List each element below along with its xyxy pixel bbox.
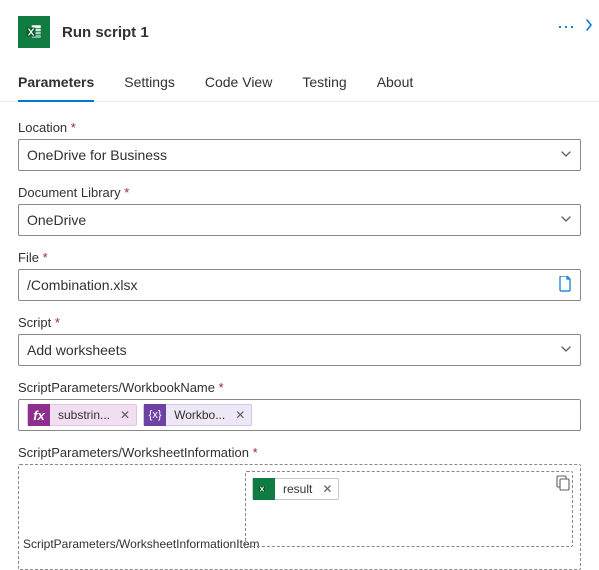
fx-icon: fx (28, 404, 50, 426)
token-remove-icon[interactable]: ✕ (233, 408, 251, 422)
token-label: Workbo... (166, 408, 233, 422)
location-select[interactable]: OneDrive for Business (18, 139, 581, 171)
location-label: Location * (18, 120, 581, 135)
tab-settings[interactable]: Settings (124, 74, 175, 102)
token-fx-substring[interactable]: fx substrin... ✕ (27, 404, 137, 426)
script-select[interactable]: Add worksheets (18, 334, 581, 366)
tab-code-view[interactable]: Code View (205, 74, 272, 102)
document-library-value: OneDrive (27, 212, 560, 228)
workbook-name-input[interactable]: fx substrin... ✕ {x} Workbo... ✕ (18, 399, 581, 431)
script-label: Script * (18, 315, 581, 330)
file-picker-icon[interactable] (558, 276, 572, 295)
more-menu-icon[interactable]: ⋯ (557, 21, 575, 33)
worksheet-info-item-label: ScriptParameters/WorksheetInformationIte… (23, 537, 233, 553)
workbook-name-label: ScriptParameters/WorkbookName * (18, 380, 581, 395)
token-remove-icon[interactable]: ✕ (320, 482, 338, 496)
tab-parameters[interactable]: Parameters (18, 74, 94, 102)
card-header: Run script 1 ⋯ (0, 0, 599, 56)
file-label: File * (18, 250, 581, 265)
copy-icon[interactable] (556, 475, 570, 494)
token-label: result (275, 482, 320, 496)
excel-result-icon (253, 478, 275, 500)
script-value: Add worksheets (27, 342, 560, 358)
chevron-down-icon (560, 147, 572, 163)
chevron-down-icon (560, 212, 572, 228)
file-input[interactable]: /Combination.xlsx (18, 269, 581, 301)
token-label: substrin... (50, 408, 118, 422)
file-value: /Combination.xlsx (27, 277, 558, 293)
token-result[interactable]: result ✕ (252, 478, 339, 500)
token-remove-icon[interactable]: ✕ (118, 408, 136, 422)
tab-bar: Parameters Settings Code View Testing Ab… (0, 56, 599, 102)
excel-glyph-icon (25, 23, 43, 41)
card-title: Run script 1 (62, 24, 149, 41)
variable-icon: {x} (144, 404, 166, 426)
chevron-down-icon (560, 342, 572, 358)
collapse-icon[interactable] (585, 18, 593, 35)
worksheet-info-array-box[interactable]: ScriptParameters/WorksheetInformationIte… (18, 464, 581, 570)
parameters-form: Location * OneDrive for Business Documen… (0, 102, 599, 570)
worksheet-info-label: ScriptParameters/WorksheetInformation * (18, 445, 581, 460)
document-library-label: Document Library * (18, 185, 581, 200)
location-value: OneDrive for Business (27, 147, 560, 163)
tab-testing[interactable]: Testing (302, 74, 346, 102)
excel-icon (18, 16, 50, 48)
token-var-workbook[interactable]: {x} Workbo... ✕ (143, 404, 252, 426)
worksheet-info-item-input[interactable]: result ✕ (245, 471, 573, 547)
tab-about[interactable]: About (377, 74, 414, 102)
document-library-select[interactable]: OneDrive (18, 204, 581, 236)
